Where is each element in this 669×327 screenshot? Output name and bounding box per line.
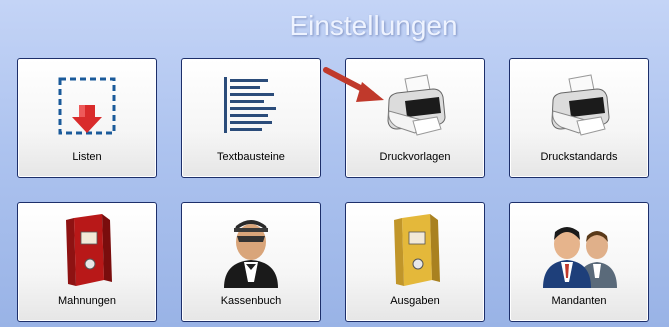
tile-label: Druckstandards: [540, 151, 618, 163]
cashier-person-icon: [182, 209, 320, 291]
pointer-arrow-icon: [323, 67, 384, 102]
tile-label: Mahnungen: [57, 295, 117, 307]
text-blocks-icon: [182, 65, 320, 147]
kassenbuch-button[interactable]: Kassenbuch: [181, 202, 321, 322]
textbausteine-button[interactable]: Textbausteine: [181, 58, 321, 178]
tile-label: Listen: [72, 151, 102, 163]
tile-label: Ausgaben: [390, 295, 440, 307]
list-download-icon: [18, 65, 156, 147]
page-title: Einstellungen: [289, 10, 458, 41]
druckstandards-button[interactable]: Druckstandards: [509, 58, 649, 178]
red-binder-icon: [18, 209, 156, 291]
ausgaben-button[interactable]: Ausgaben: [345, 202, 485, 322]
clients-people-icon: [510, 209, 648, 291]
tile-label: Druckvorlagen: [379, 151, 451, 163]
mahnungen-button[interactable]: Mahnungen: [17, 202, 157, 322]
yellow-binder-icon: [346, 209, 484, 291]
mandanten-button[interactable]: Mandanten: [509, 202, 649, 322]
tile-label: Kassenbuch: [220, 295, 282, 307]
tile-label: Textbausteine: [217, 151, 285, 163]
printer-icon: [510, 65, 648, 147]
listen-button[interactable]: Listen: [17, 58, 157, 178]
tile-label: Mandanten: [551, 295, 607, 307]
